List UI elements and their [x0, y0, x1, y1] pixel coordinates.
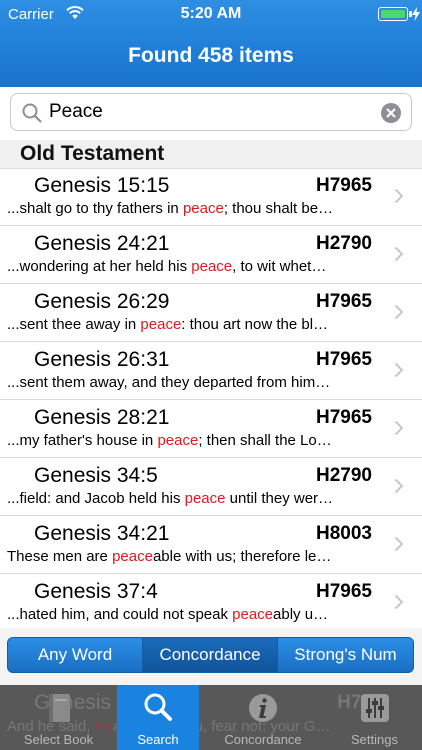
section-header: Old Testament [0, 140, 422, 169]
strongs-number: H7965 [316, 581, 372, 602]
chevron-right-icon [394, 246, 404, 262]
search-bar [0, 87, 422, 140]
sliders-icon [360, 694, 389, 722]
segment-strongs-num[interactable]: Strong's Num [277, 637, 414, 673]
snippet-text: : thou art now the bl… [181, 316, 329, 333]
verse-reference: Genesis 28:21 [34, 406, 170, 429]
search-highlight: peace [191, 258, 233, 275]
result-row[interactable]: Genesis 26:31 H7965 ...sent them away, and… [0, 342, 422, 400]
result-row[interactable]: Genesis 26:29 H7965 ...sent thee away in p… [0, 284, 422, 342]
verse-snippet: ...field: and Jacob held his peace until… [7, 490, 333, 507]
book-icon [48, 694, 70, 722]
verse-snippet: ...sent thee away in peace: thou art now… [7, 316, 328, 333]
chevron-right-icon [394, 420, 404, 436]
chevron-right-icon [394, 536, 404, 552]
tab-settings[interactable]: Settings [327, 685, 422, 750]
search-icon [21, 102, 43, 124]
segment-concordance[interactable]: Concordance [142, 637, 278, 673]
search-highlight: peace [140, 316, 182, 333]
charging-bolt-icon [412, 7, 420, 21]
verse-snippet: ...hated him, and could not speak peacea… [7, 606, 328, 623]
chevron-right-icon [394, 304, 404, 320]
results-list: Genesis 15:15 H7965 ...shalt go to thy fat… [0, 168, 422, 628]
navigation-header: Carrier 5:20 AM Found 458 items [0, 0, 422, 87]
result-row[interactable]: Genesis 34:21 H8003 These men are peaceabl… [0, 516, 422, 574]
snippet-text: until they wer… [225, 490, 334, 507]
snippet-text: ; thou shalt be… [223, 200, 334, 217]
battery-icon [378, 7, 408, 21]
strongs-number: H7965 [316, 349, 372, 370]
snippet-text: , to wit whet… [232, 258, 327, 275]
segment-any-word[interactable]: Any Word [7, 637, 143, 673]
snippet-text: ; then shall the Lo… [198, 432, 332, 449]
tab-label: Concordance [224, 732, 302, 747]
section-title: Old Testament [20, 142, 165, 165]
snippet-text: ...sent them away, and they departed fro… [7, 374, 331, 391]
strongs-number: H7965 [316, 291, 372, 312]
snippet-text: ably u… [273, 606, 329, 623]
strongs-number: H8003 [316, 523, 372, 544]
snippet-text: ...wondering at her held his [7, 258, 192, 275]
result-row[interactable]: Genesis 34:5 H2790 ...field: and Jacob hel… [0, 458, 422, 516]
verse-reference: Genesis 26:29 [34, 290, 170, 313]
search-highlight: peace [157, 432, 199, 449]
result-row[interactable]: Genesis 15:15 H7965 ...shalt go to thy fat… [0, 168, 422, 226]
chevron-right-icon [394, 362, 404, 378]
verse-snippet: ...wondering at her held his peace, to w… [7, 258, 326, 275]
chevron-right-icon [394, 478, 404, 494]
snippet-text: ...field: and Jacob held his [7, 490, 185, 507]
result-row[interactable]: Genesis 24:21 H2790 ...wondering at her he… [0, 226, 422, 284]
info-icon [249, 694, 277, 722]
tab-search[interactable]: Search [117, 685, 199, 750]
verse-reference: Genesis 26:31 [34, 348, 170, 371]
strongs-number: H2790 [316, 233, 372, 254]
snippet-text: These men are [7, 548, 113, 565]
snippet-text: ...hated him, and could not speak [7, 606, 233, 623]
result-row[interactable]: Genesis 37:4 H7965 ...hated him, and could… [0, 574, 422, 628]
snippet-text: ...my father's house in [7, 432, 158, 449]
tab-label: Settings [351, 732, 398, 747]
verse-reference: Genesis 15:15 [34, 174, 170, 197]
clock: 5:20 AM [180, 5, 242, 22]
verse-snippet: These men are peaceable with us; therefo… [7, 548, 331, 565]
search-highlight: peace [112, 548, 153, 565]
close-icon [386, 108, 396, 118]
verse-reference: Genesis 34:5 [34, 464, 158, 487]
snippet-text: ...sent thee away in [7, 316, 141, 333]
search-highlight: peace [182, 200, 224, 217]
strongs-number: H7965 [316, 175, 372, 196]
verse-snippet: ...my father's house in peace; then shal… [7, 432, 332, 449]
search-mode-bar: Any Word Concordance Strong's Num [0, 628, 422, 685]
verse-reference: Genesis 37:4 [34, 580, 158, 603]
search-highlight: peace [184, 490, 226, 507]
strongs-number: H7965 [316, 407, 372, 428]
chevron-right-icon [394, 594, 404, 610]
tab-concordance[interactable]: Concordance [199, 685, 327, 750]
tab-label: Select Book [23, 732, 94, 747]
search-input[interactable] [49, 98, 369, 126]
result-row[interactable]: Genesis 28:21 H7965 ...my father's house i… [0, 400, 422, 458]
tab-bar: Genesis H79 And he said, Peace be to you… [0, 685, 422, 750]
verse-reference: Genesis 34:21 [34, 522, 170, 545]
tab-select-book[interactable]: Select Book [0, 685, 117, 750]
search-icon [144, 693, 172, 721]
status-bar: Carrier 5:20 AM [0, 0, 422, 30]
verse-snippet: ...sent them away, and they departed fro… [7, 374, 330, 391]
tab-label: Search [137, 732, 179, 747]
verse-reference: Genesis 24:21 [34, 232, 170, 255]
snippet-text: able with us; therefore le… [152, 548, 332, 565]
snippet-text: ...shalt go to thy fathers in [7, 200, 183, 217]
chevron-right-icon [394, 188, 404, 204]
search-highlight: peace [232, 606, 274, 623]
clear-search-button[interactable] [381, 103, 401, 123]
page-title: Found 458 items [128, 44, 294, 67]
verse-snippet: ...shalt go to thy fathers in peace; tho… [7, 200, 333, 217]
search-field[interactable] [10, 93, 412, 131]
strongs-number: H2790 [316, 465, 372, 486]
